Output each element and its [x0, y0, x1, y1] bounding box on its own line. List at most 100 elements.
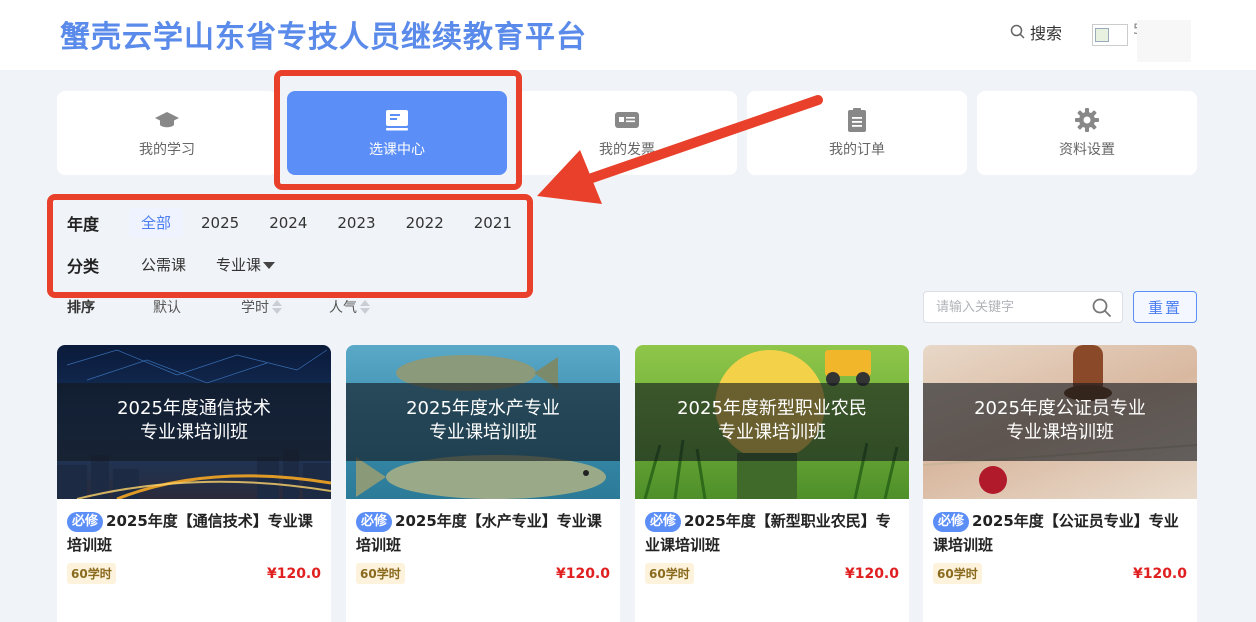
thumbnail-title-line: 2025年度通信技术	[117, 398, 271, 419]
nav-my-learning[interactable]: 我的学习	[57, 91, 277, 175]
thumbnail-title: 2025年度水产专业 专业课培训班	[346, 397, 620, 445]
year-option[interactable]: 2024	[257, 210, 319, 236]
sort-option-hours[interactable]: 学时	[241, 297, 329, 317]
clipboard-icon	[848, 108, 866, 132]
course-card-body: 必修 2025年度【公证员专业】专业课培训班 60学时 ¥120.0	[923, 499, 1197, 584]
course-name[interactable]: 必修 2025年度【水产专业】专业课培训班	[356, 509, 610, 557]
thumbnail-title: 2025年度新型职业农民 专业课培训班	[635, 397, 909, 445]
course-meta: 60学时 ¥120.0	[645, 563, 899, 584]
sort-arrows-icon	[272, 300, 282, 314]
course-price: ¥120.0	[844, 565, 899, 582]
search-link[interactable]: 搜索	[1010, 20, 1062, 44]
book-screen-icon	[386, 110, 408, 131]
course-thumbnail[interactable]: 2025年度通信技术 专业课培训班	[57, 345, 331, 499]
course-card-body: 必修 2025年度【水产专业】专业课培训班 60学时 ¥120.0	[346, 499, 620, 584]
sort-option-default[interactable]: 默认	[153, 297, 241, 317]
course-name[interactable]: 必修 2025年度【新型职业农民】专业课培训班	[645, 509, 899, 557]
graduation-cap-icon	[155, 112, 179, 128]
course-meta: 60学时 ¥120.0	[933, 563, 1187, 584]
course-name-text: 2025年度【新型职业农民】专业课培训班	[645, 512, 891, 554]
thumbnail-title: 2025年度通信技术 专业课培训班	[57, 397, 331, 445]
required-badge: 必修	[645, 512, 682, 532]
course-card-body: 必修 2025年度【新型职业农民】专业课培训班 60学时 ¥120.0	[635, 499, 909, 584]
category-filter-label: 分类	[67, 256, 100, 276]
course-thumbnail[interactable]: 2025年度公证员专业 专业课培训班	[923, 345, 1197, 499]
thumbnail-title-line: 2025年度公证员专业	[974, 398, 1146, 419]
nav-label: 我的订单	[829, 142, 885, 158]
course-price: ¥120.0	[266, 565, 321, 582]
nav-label: 选课中心	[369, 142, 425, 158]
nav-label: 我的发票	[599, 142, 655, 158]
sort-option-label: 人气	[329, 300, 357, 316]
sort-option-popularity[interactable]: 人气	[329, 297, 417, 317]
nav-label: 我的学习	[139, 142, 195, 158]
course-name-text: 2025年度【水产专业】专业课培训班	[356, 512, 602, 554]
thumbnail-title-line: 2025年度新型职业农民	[677, 398, 867, 419]
required-badge: 必修	[356, 512, 393, 532]
year-option[interactable]: 2021	[462, 210, 524, 236]
course-price: ¥120.0	[1132, 565, 1187, 582]
year-option[interactable]: 2022	[394, 210, 456, 236]
top-header: 蟹壳云学山东省专技人员继续教育平台 搜索 5	[0, 0, 1256, 70]
course-card-body: 必修 2025年度【通信技术】专业课培训班 60学时 ¥120.0	[57, 499, 331, 584]
category-option-professional[interactable]: 专业课	[204, 250, 287, 279]
category-filter-row: 分类 公需课 专业课	[67, 250, 293, 279]
course-card[interactable]: 2025年度通信技术 专业课培训班 必修 2025年度【通信技术】专业课培训班 60…	[57, 345, 331, 622]
category-option-public[interactable]: 公需课	[129, 250, 198, 279]
year-option-all[interactable]: 全部	[129, 208, 184, 237]
year-filter-row: 年度 全部 2025 2024 2023 2022 2021 2020	[67, 208, 524, 237]
nav-label: 资料设置	[1059, 142, 1115, 158]
caret-down-icon	[263, 262, 276, 269]
course-thumbnail[interactable]: 2025年度水产专业 专业课培训班	[346, 345, 620, 499]
credit-hours-tag: 60学时	[933, 563, 982, 584]
sort-option-label: 学时	[241, 300, 269, 316]
sort-row: 排序 默认 学时 人气	[67, 297, 417, 317]
required-badge: 必修	[933, 512, 970, 532]
nav-my-orders[interactable]: 我的订单	[747, 91, 967, 175]
thumbnail-title-line: 专业课培训班	[1006, 422, 1114, 443]
thumbnail-title: 2025年度公证员专业 专业课培训班	[923, 397, 1197, 445]
course-name-text: 2025年度【公证员专业】专业课培训班	[933, 512, 1179, 554]
sort-arrows-icon	[360, 300, 370, 314]
search-icon	[1010, 24, 1025, 39]
thumbnail-title-line: 2025年度水产专业	[406, 398, 560, 419]
course-name-text: 2025年度【通信技术】专业课培训班	[67, 512, 313, 554]
site-title[interactable]: 蟹壳云学山东省专技人员继续教育平台	[60, 12, 587, 56]
invoice-card-icon	[615, 112, 639, 128]
course-card[interactable]: 2025年度公证员专业 专业课培训班 必修 2025年度【公证员专业】专业课培训班 …	[923, 345, 1197, 622]
gear-icon	[1075, 108, 1099, 132]
user-menu-panel[interactable]	[1137, 20, 1191, 62]
reset-button[interactable]: 重置	[1133, 291, 1197, 323]
keyword-search-input[interactable]	[924, 292, 1084, 322]
credit-hours-tag: 60学时	[356, 563, 405, 584]
course-price: ¥120.0	[555, 565, 610, 582]
course-meta: 60学时 ¥120.0	[356, 563, 610, 584]
thumbnail-title-line: 专业课培训班	[140, 422, 248, 443]
broken-image-icon	[1095, 28, 1109, 42]
credit-hours-tag: 60学时	[67, 563, 116, 584]
course-name[interactable]: 必修 2025年度【通信技术】专业课培训班	[67, 509, 321, 557]
year-filter-label: 年度	[67, 214, 100, 234]
avatar[interactable]	[1092, 24, 1128, 46]
thumbnail-title-line: 专业课培训班	[429, 422, 537, 443]
sort-label: 排序	[67, 300, 95, 316]
category-option-label: 专业课	[216, 256, 262, 274]
required-badge: 必修	[67, 512, 104, 532]
search-icon[interactable]	[1092, 298, 1112, 318]
nav-course-center[interactable]: 选课中心	[287, 91, 507, 175]
course-meta: 60学时 ¥120.0	[67, 563, 321, 584]
course-thumbnail[interactable]: 2025年度新型职业农民 专业课培训班	[635, 345, 909, 499]
nav-my-invoice[interactable]: 我的发票	[517, 91, 737, 175]
year-option[interactable]: 2025	[189, 210, 251, 236]
search-link-label: 搜索	[1030, 24, 1063, 43]
keyword-search-box	[923, 291, 1123, 323]
course-card[interactable]: 2025年度新型职业农民 专业课培训班 必修 2025年度【新型职业农民】专业课培训…	[635, 345, 909, 622]
year-options: 全部 2025 2024 2023 2022 2021 2020	[129, 208, 524, 237]
thumbnail-title-line: 专业课培训班	[718, 422, 826, 443]
credit-hours-tag: 60学时	[645, 563, 694, 584]
course-name[interactable]: 必修 2025年度【公证员专业】专业课培训班	[933, 509, 1187, 557]
sort-option-label: 默认	[153, 300, 181, 316]
course-card[interactable]: 2025年度水产专业 专业课培训班 必修 2025年度【水产专业】专业课培训班 60…	[346, 345, 620, 622]
year-option[interactable]: 2023	[325, 210, 387, 236]
nav-profile-settings[interactable]: 资料设置	[977, 91, 1197, 175]
